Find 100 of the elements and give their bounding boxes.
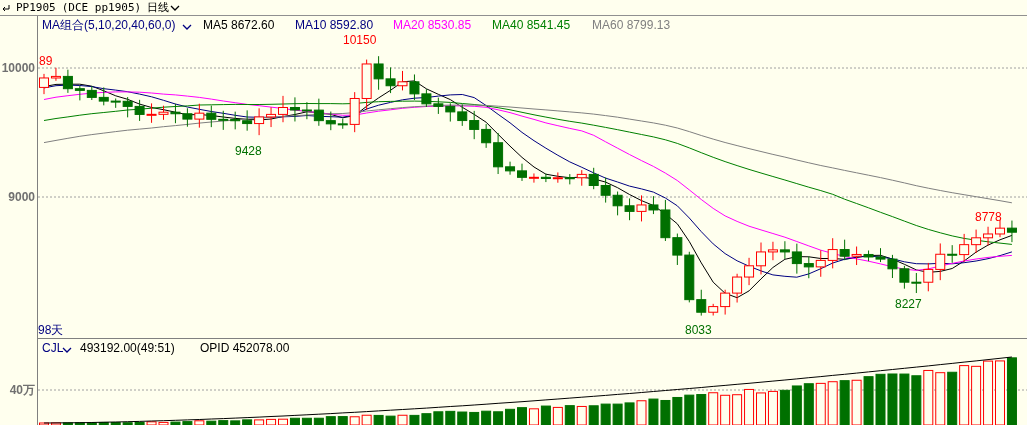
volume-bar: [875, 373, 886, 425]
volume-bar: [887, 373, 898, 425]
volume-bar: [421, 413, 432, 425]
volume-bar: [517, 407, 527, 425]
days-label: 98天: [38, 323, 64, 337]
price-mark: 8778: [975, 210, 1002, 224]
y-axis-label: 40万: [9, 383, 35, 397]
candlestick: [636, 194, 647, 222]
candlestick: [815, 249, 826, 278]
candlestick: [732, 273, 743, 304]
candlestick: [624, 197, 635, 221]
candlestick: [182, 107, 193, 128]
candlestick: [266, 106, 277, 128]
volume-bar: [696, 394, 707, 425]
volume-bar: [493, 411, 504, 425]
volume-bar: [779, 389, 790, 425]
ma-legend-value: MA60 8799.13: [592, 18, 671, 32]
candlestick: [194, 103, 205, 129]
volume-bar: [337, 416, 348, 425]
back-arrow-icon[interactable]: [1, 3, 10, 12]
candlestick: [612, 191, 623, 216]
candlestick: [911, 272, 922, 294]
candlestick: [899, 265, 910, 290]
volume-bar: [839, 380, 850, 425]
ma-legend-value: MA40 8541.45: [492, 18, 571, 32]
candlestick: [170, 103, 181, 124]
price-mark: 9428: [235, 144, 262, 158]
volume-bar: [660, 400, 671, 425]
candlestick: [218, 110, 229, 131]
period-selector[interactable]: 日线: [147, 0, 181, 15]
candlestick: [158, 105, 169, 121]
candlestick: [409, 73, 420, 101]
candlestick: [923, 262, 934, 292]
volume-bar: [445, 410, 456, 425]
candlestick: [971, 229, 982, 254]
y-axis-label: 10000: [1, 61, 35, 75]
candlestick: [254, 107, 265, 136]
volume-bar: [457, 411, 468, 425]
volume-bar: [684, 394, 695, 425]
candlestick: [146, 102, 157, 124]
volume-bar: [409, 414, 420, 425]
candlestick: [278, 95, 288, 123]
candlestick: [242, 109, 253, 132]
volume-bar: [433, 411, 444, 425]
candlestick: [744, 257, 755, 286]
candlestick: [1006, 220, 1017, 243]
candlestick: [469, 110, 480, 140]
chevron-down-icon: [170, 4, 181, 11]
volume-bar: [648, 398, 659, 425]
candlestick: [600, 177, 611, 204]
volume-bar: [672, 396, 683, 425]
ma-legend-value: MA5 8672.60: [203, 18, 275, 32]
candlestick: [552, 171, 563, 184]
volume-bar: [863, 376, 874, 425]
volume-bar: [469, 411, 480, 425]
volume-bar: [505, 408, 516, 425]
volume-bar: [325, 416, 336, 425]
price-mark: 8033: [685, 323, 712, 337]
volume-bar: [373, 414, 384, 425]
ma-legend-value: MA20 8530.85: [393, 18, 472, 32]
volume-bar: [899, 373, 910, 425]
volume-bar: [947, 371, 958, 425]
exchange-label: (DCE pp1905): [61, 1, 142, 14]
candlestick: [289, 96, 300, 122]
candlestick: [983, 226, 994, 246]
candlestick: [457, 103, 468, 127]
volume-bar: [481, 410, 492, 425]
chevron-down-icon: [62, 347, 72, 353]
volume-bar: [540, 405, 551, 425]
ma-legend-value: MA10 8592.80: [295, 18, 374, 32]
candlestick: [134, 99, 145, 122]
candlestick: [206, 105, 217, 128]
price-mark: 10150: [343, 33, 377, 47]
candlestick: [540, 173, 551, 183]
indicator-selector[interactable]: MA组合(5,10,20,40,60,0): [42, 18, 176, 32]
volume-bar: [1006, 357, 1017, 425]
volume-bar: [588, 405, 599, 425]
volume-bar: [564, 405, 575, 425]
open-interest-value: OPID 452078.00: [200, 341, 290, 355]
symbol-label: PP1905: [16, 1, 56, 14]
candlestick: [445, 102, 456, 123]
price-mark: 8227: [895, 297, 922, 311]
candlestick: [588, 167, 599, 190]
candlestick: [421, 88, 432, 108]
candlestick: [230, 111, 241, 130]
volume-bar: [624, 402, 635, 425]
volume-bar: [911, 375, 922, 425]
candlestick: [397, 70, 408, 91]
volume-bar: [803, 383, 814, 425]
candlestick: [385, 66, 396, 94]
y-axis-label: 9000: [8, 190, 35, 204]
chevron-down-icon: [182, 24, 192, 30]
volume-bar: [791, 385, 802, 425]
candlestick: [803, 256, 814, 279]
candlestick: [433, 97, 444, 115]
candlestick: [995, 219, 1005, 238]
volume-bar: [600, 403, 611, 425]
volume-bar: [385, 415, 396, 425]
indicator-selector[interactable]: CJL: [42, 341, 64, 355]
volume-bar: [612, 403, 623, 425]
